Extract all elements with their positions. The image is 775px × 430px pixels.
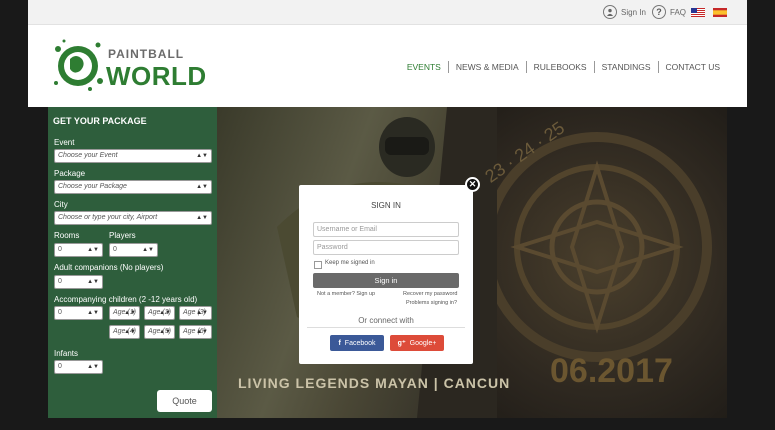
globe-splat-icon [54,39,103,91]
spanish-flag-icon[interactable] [713,8,727,17]
infants-select[interactable]: 0 ▲▼ [54,360,103,374]
hero-title: LIVING LEGENDS MAYAN | CANCUN [238,375,511,391]
select-arrows-icon: ▲▼ [196,153,208,159]
facebook-icon: f [338,339,341,347]
adult-companions-select[interactable]: 0 ▲▼ [54,275,103,289]
logo-text-paintball: PAINTBALL [108,47,185,61]
user-icon [603,5,617,19]
select-arrows-icon: ▲▼ [124,310,136,316]
adult-companions-label: Adult companions (No players) [54,263,164,272]
close-icon[interactable]: ✕ [465,177,480,192]
age-6-select[interactable]: Age (6) ▲▼ [179,325,212,339]
facebook-label: Facebook [344,339,376,347]
age-4-select[interactable]: Age (4) ▲▼ [109,325,140,339]
players-select[interactable]: 0 ▲▼ [109,243,158,257]
rooms-select[interactable]: 0 ▲▼ [54,243,103,257]
faq-label: FAQ [670,7,687,17]
google-plus-button[interactable]: g⁺ Google+ [390,335,444,351]
password-placeholder: Password [317,244,348,251]
select-arrows-icon: ▲▼ [159,329,171,335]
city-label: City [54,200,68,209]
password-input[interactable]: Password [313,240,459,255]
select-arrows-icon: ▲▼ [87,364,99,370]
age-3-select[interactable]: Age (3) ▲▼ [179,306,212,320]
keep-signed-in-label: Keep me signed in [325,260,375,266]
package-form-title: GET YOUR PACKAGE [53,116,147,126]
event-select[interactable]: Choose your Event ▲▼ [54,149,212,163]
select-arrows-icon: ▲▼ [196,215,208,221]
select-arrows-icon: ▲▼ [196,310,208,316]
divider [307,327,465,328]
select-arrows-icon: ▲▼ [124,329,136,335]
age-5-select[interactable]: Age (5) ▲▼ [144,325,175,339]
infants-select-value: 0 [58,363,62,370]
username-placeholder: Username or Email [317,226,377,233]
hero-date: 06.2017 [550,352,673,390]
select-arrows-icon: ▲▼ [87,310,99,316]
infants-label: Infants [54,349,79,358]
package-select[interactable]: Choose your Package ▲▼ [54,180,212,194]
google-plus-label: Google+ [409,339,437,347]
age-2-select[interactable]: Age (2) ▲▼ [144,306,175,320]
package-form: GET YOUR PACKAGE Event Choose your Event… [48,107,217,418]
nav-news-media[interactable]: NEWS & MEDIA [449,62,526,72]
top-bar: Sign In ? FAQ [28,0,747,25]
package-select-value: Choose your Package [58,183,127,190]
children-select-value: 0 [58,309,62,316]
adult-companions-value: 0 [58,278,62,285]
nav-standings[interactable]: STANDINGS [595,62,658,72]
players-select-value: 0 [113,246,117,253]
children-label: Accompanying children (2 -12 years old) [54,295,198,304]
question-icon: ? [652,5,666,19]
recover-password-link[interactable]: Recover my password [403,291,457,297]
rooms-select-value: 0 [58,246,62,253]
package-label: Package [54,169,86,178]
faq-link[interactable]: ? FAQ [652,0,686,24]
username-input[interactable]: Username or Email [313,222,459,237]
sign-in-label: Sign In [621,7,646,17]
select-arrows-icon: ▲▼ [87,247,99,253]
site-header: PAINTBALL WORLD EVENTS NEWS & MEDIA RULE… [28,25,747,107]
sign-in-button[interactable]: Sign in [313,273,459,288]
age-1-select[interactable]: Age (1) ▲▼ [109,306,140,320]
select-arrows-icon: ▲▼ [196,184,208,190]
facebook-button[interactable]: f Facebook [330,335,384,351]
event-label: Event [54,138,75,147]
rooms-label: Rooms [54,231,80,240]
sign-in-link[interactable]: Sign In [603,0,646,24]
nav-contact-us[interactable]: CONTACT US [659,62,727,72]
city-select[interactable]: Choose or type your city, Airport ▲▼ [54,211,212,225]
english-flag-icon[interactable] [691,8,705,17]
problems-signing-in-link[interactable]: Problems signing in? [406,300,457,306]
nav-rulebooks[interactable]: RULEBOOKS [527,62,594,72]
select-arrows-icon: ▲▼ [87,279,99,285]
select-arrows-icon: ▲▼ [159,310,171,316]
nav-events[interactable]: EVENTS [400,62,448,72]
sign-in-modal: ✕ SIGN IN Username or Email Password Kee… [299,177,480,364]
sign-up-link[interactable]: Not a member? Sign up [317,291,375,297]
paintball-world-logo[interactable]: PAINTBALL WORLD [50,37,210,95]
event-select-value: Choose your Event [58,152,118,159]
quote-button[interactable]: Quote [157,390,212,412]
google-plus-icon: g⁺ [397,340,406,347]
select-arrows-icon: ▲▼ [196,329,208,335]
or-connect-label: Or connect with [358,316,414,325]
select-arrows-icon: ▲▼ [142,247,154,253]
logo-text-world: WORLD [106,61,207,91]
main-nav: EVENTS NEWS & MEDIA RULEBOOKS STANDINGS … [400,61,727,73]
keep-signed-in-checkbox[interactable] [314,261,322,269]
city-select-value: Choose or type your city, Airport [58,214,158,221]
players-label: Players [109,231,136,240]
modal-title: SIGN IN [371,201,401,210]
children-select[interactable]: 0 ▲▼ [54,306,103,320]
